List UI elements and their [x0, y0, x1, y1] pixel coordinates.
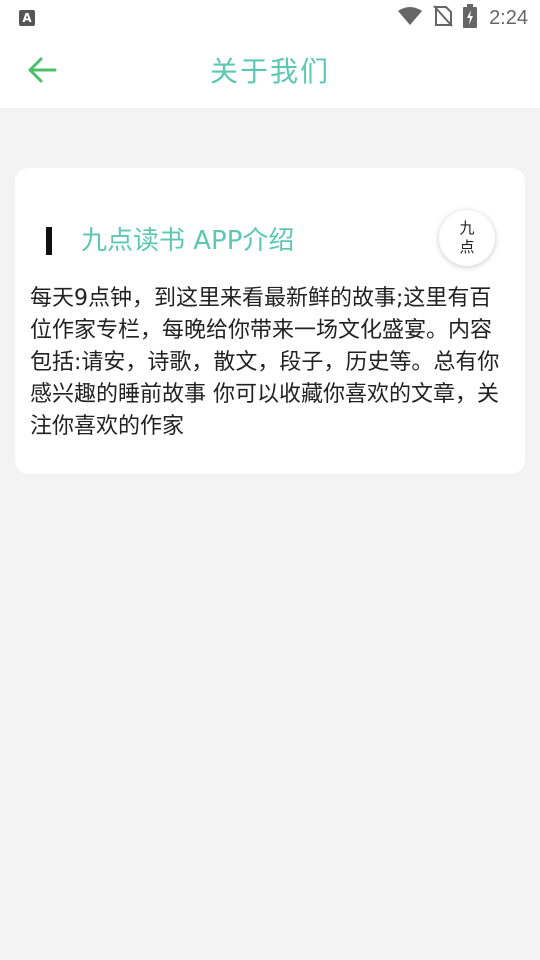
- title-accent-bar: [46, 227, 52, 255]
- status-icons: 2:24: [397, 4, 528, 32]
- intro-card: 九点读书 APP介绍 九点 每天9点钟，到这里来看最新鲜的故事;这里有百位作家专…: [15, 168, 525, 474]
- page-title: 关于我们: [209, 55, 330, 88]
- notification-icon: A: [19, 10, 35, 26]
- wifi-icon: [397, 6, 423, 30]
- no-sim-icon: [433, 5, 453, 31]
- battery-charging-icon: [463, 4, 478, 32]
- status-bar: A 2:24: [0, 0, 540, 36]
- logo-badge: 九点: [439, 210, 495, 266]
- app-bar: 关于我们: [0, 36, 540, 108]
- badge-text: 九点: [459, 219, 475, 256]
- card-description: 每天9点钟，到这里来看最新鲜的故事;这里有百位作家专栏，每晚给你带来一场文化盛宴…: [30, 286, 500, 439]
- status-time: 2:24: [489, 6, 528, 29]
- card-title: 九点读书 APP介绍: [81, 226, 295, 256]
